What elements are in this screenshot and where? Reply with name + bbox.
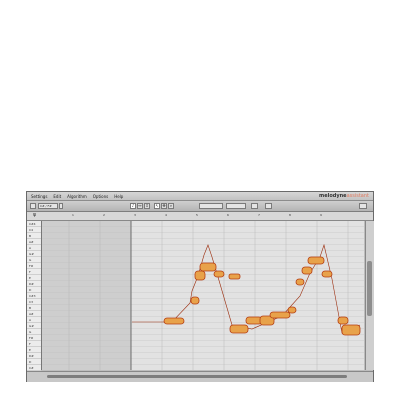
note-blob[interactable] [213,270,225,278]
note-blob[interactable] [301,266,313,275]
ruler-mark-8: 8 [289,213,291,217]
scroll-tool-icon[interactable]: ✥ [161,203,167,209]
note-blob[interactable] [321,270,333,278]
note-editor-grid[interactable] [42,221,364,370]
zoom-tool-icon[interactable]: ⌕ [168,203,174,209]
tempo-field[interactable] [199,203,223,209]
menu-settings[interactable]: Settings [31,194,47,199]
note-blob[interactable] [295,278,305,286]
toolbar: C# / F# ♪ ↔ ⇕ ↖ ✥ ⌕ [27,201,373,212]
note-blob[interactable] [163,317,185,325]
vertical-scroll-thumb[interactable] [367,261,372,316]
settings-icon[interactable] [359,203,367,209]
prev-button[interactable] [251,203,258,209]
note-blob[interactable] [287,306,297,314]
note-blob[interactable] [341,324,361,336]
view-tools: ↖ ✥ ⌕ [154,203,174,209]
timeline-ruler[interactable]: ψ 1 2 3 4 5 6 7 8 9 [27,212,373,221]
key-select[interactable]: C# / F# [38,203,58,209]
selection-region[interactable] [42,221,131,370]
pitch-tool-icon[interactable]: ♪ [130,203,136,209]
app-logo: melodyneassistant [319,193,369,199]
note-blob[interactable] [194,270,206,281]
vertical-scrollbar[interactable] [365,221,374,370]
menu-edit[interactable]: Edit [53,194,61,199]
ruler-mark-1: 1 [72,213,74,217]
horizontal-scroll-thumb[interactable] [47,375,347,378]
pointer-tool-icon[interactable]: ↖ [154,203,160,209]
time-field[interactable] [226,203,246,209]
ruler-mark-5: 5 [196,213,198,217]
ruler-mark-3: 3 [134,213,136,217]
melodyne-window: Settings Edit Algorithm Options Help mel… [26,191,374,382]
menu-algorithm[interactable]: Algorithm [67,194,87,199]
brand-edition: assistant [346,193,369,199]
amplitude-tool-icon[interactable]: ⇕ [144,203,150,209]
ruler-mark-7: 7 [258,213,260,217]
note-blob[interactable] [337,316,349,325]
note-blob[interactable] [307,256,325,265]
menu-options[interactable]: Options [93,194,108,199]
edit-tools: ♪ ↔ ⇕ [130,203,150,209]
transport-button[interactable] [30,203,36,209]
brand-name: melodyne [319,193,347,199]
note-blob[interactable] [229,324,249,334]
note-blob[interactable] [190,296,200,305]
horizontal-scrollbar[interactable] [27,371,373,382]
note-blob[interactable] [269,311,291,319]
menu-help[interactable]: Help [114,194,123,199]
note-blob[interactable] [228,273,241,280]
menu-bar: Settings Edit Algorithm Options Help mel… [27,192,373,201]
note-canvas[interactable] [42,221,364,370]
ruler-mark-2: 2 [103,213,105,217]
pitch-ruler[interactable]: C#4 C4 B A# A G# G F# F E D# D C#3 C3 B … [27,221,42,371]
key-select-arrow-icon[interactable] [59,203,63,209]
ruler-mark-9: 9 [320,213,322,217]
tuning-fork-icon: ψ [33,212,37,218]
ruler-mark-4: 4 [165,213,167,217]
time-tool-icon[interactable]: ↔ [137,203,143,209]
ruler-mark-6: 6 [227,213,229,217]
note-blob[interactable] [199,262,217,272]
next-button[interactable] [265,203,272,209]
